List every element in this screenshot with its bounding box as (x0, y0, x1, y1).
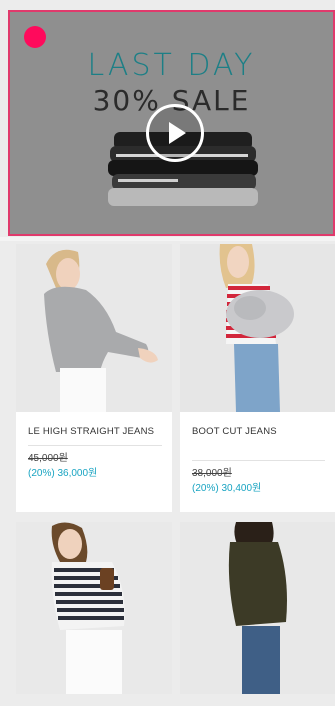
banner-title: LAST DAY (87, 48, 256, 83)
play-button[interactable] (146, 104, 204, 162)
product-card[interactable] (180, 522, 335, 706)
separator (192, 460, 325, 461)
product-name[interactable]: LE HIGH STRAIGHT JEANS (28, 424, 162, 439)
sale-price: (20%) 30,400원 (192, 483, 262, 494)
product-image[interactable] (16, 244, 172, 412)
product-page: LAST DAY 30% SALE LE HIGH STRAIGHT JEANS… (0, 0, 335, 706)
original-price: 45,000원 (28, 453, 68, 464)
product-card[interactable] (16, 522, 172, 706)
promo-video-banner[interactable]: LAST DAY 30% SALE (8, 10, 335, 236)
bottom-edge (0, 694, 335, 706)
model-photo-grey-sweater (16, 244, 172, 412)
product-card[interactable]: BOOT CUT JEANS 38,000원 (20%) 30,400원 (180, 244, 335, 512)
product-image[interactable] (180, 522, 335, 694)
product-card[interactable]: LE HIGH STRAIGHT JEANS 45,000원 (20%) 36,… (16, 244, 172, 512)
record-indicator-icon (24, 26, 46, 48)
section-divider (0, 237, 335, 241)
product-image[interactable] (16, 522, 172, 694)
play-icon (169, 122, 186, 144)
model-photo-striped-top (16, 522, 172, 694)
sale-price: (20%) 36,000원 (28, 468, 98, 479)
product-image[interactable] (180, 244, 335, 412)
original-price: 38,000원 (192, 468, 232, 479)
model-photo-olive-sweater (180, 522, 335, 694)
separator (28, 445, 162, 446)
model-photo-bootcut-jeans (180, 244, 335, 412)
product-name[interactable]: BOOT CUT JEANS (192, 424, 325, 439)
